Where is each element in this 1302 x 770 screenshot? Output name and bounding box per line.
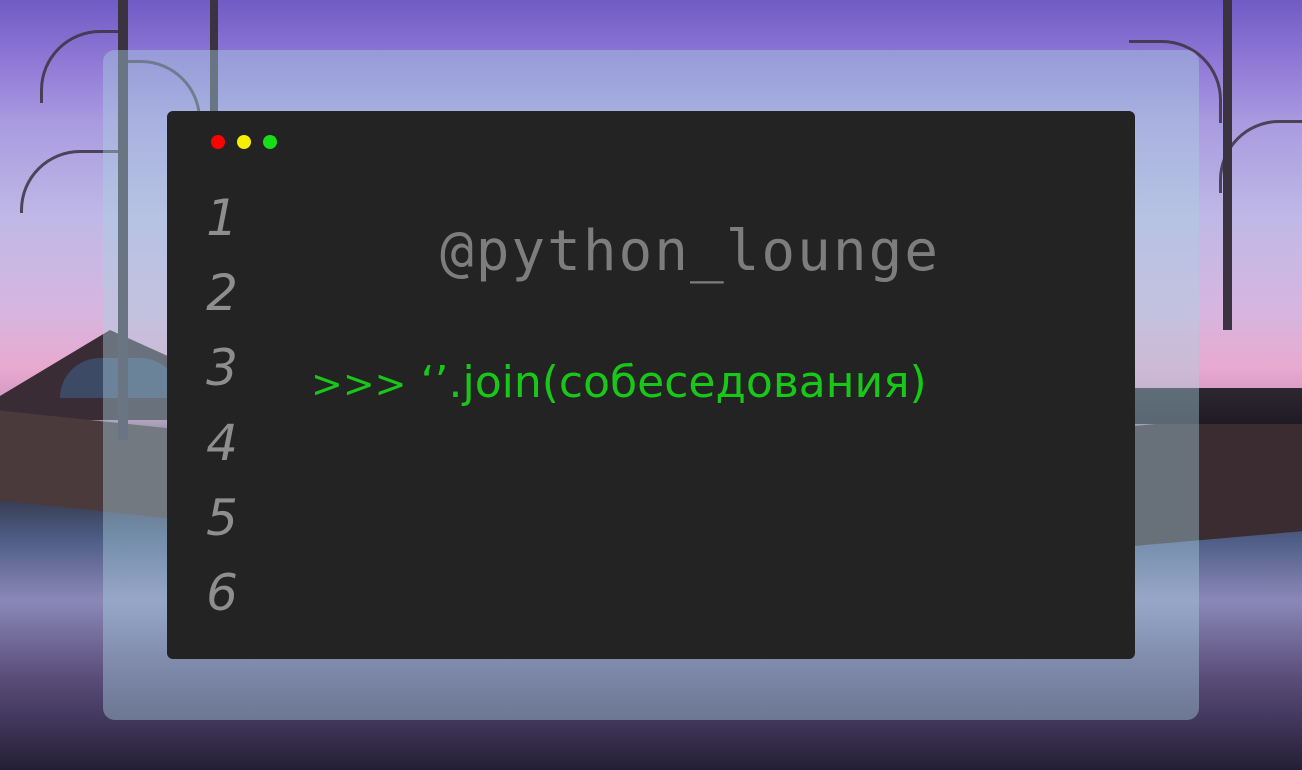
close-dot-icon[interactable] — [211, 135, 225, 149]
code-text: ‘’.join(собеседования) — [420, 357, 927, 408]
line-number: 4 — [206, 414, 238, 472]
code-window: 1 2 3 4 5 6 @python_lounge >>> ‘’.join(со… — [167, 111, 1135, 659]
line-number: 6 — [206, 564, 238, 622]
channel-handle: @python_lounge — [439, 219, 940, 284]
code-line: >>> ‘’.join(собеседования) — [311, 357, 927, 408]
line-number: 5 — [206, 489, 238, 547]
python-prompt: >>> — [311, 362, 407, 406]
minimize-dot-icon[interactable] — [237, 135, 251, 149]
maximize-dot-icon[interactable] — [263, 135, 277, 149]
line-number: 3 — [206, 339, 238, 397]
window-controls — [211, 135, 277, 149]
